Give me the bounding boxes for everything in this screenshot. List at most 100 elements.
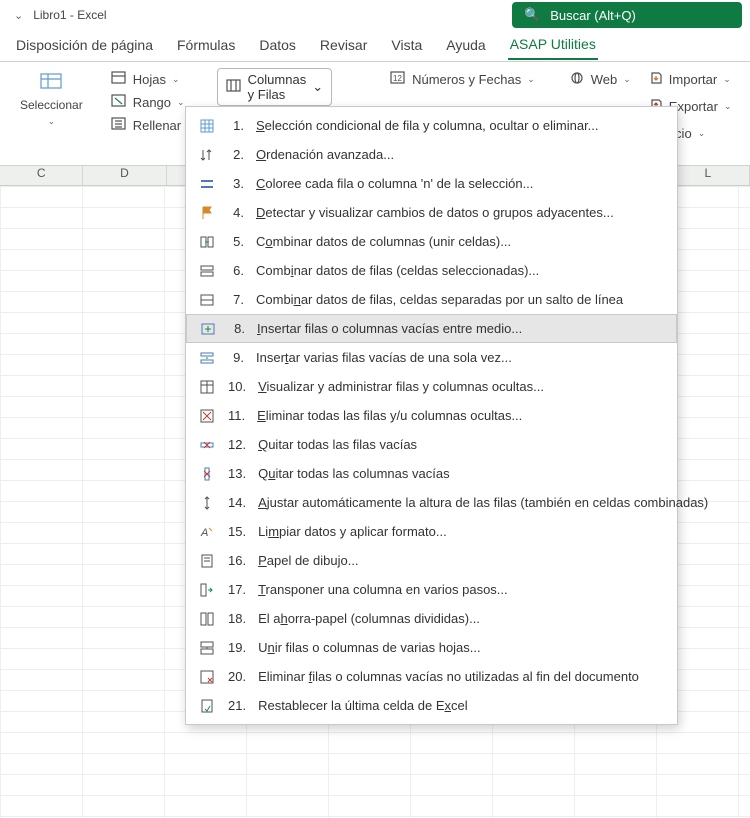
svg-text:12: 12	[393, 74, 402, 83]
tab-datos[interactable]: Datos	[257, 33, 298, 59]
menu-item-label: Quitar todas las filas vacías	[258, 437, 417, 452]
menu-item-14[interactable]: 14. Ajustar automáticamente la altura de…	[186, 488, 677, 517]
menu-item-number: 13.	[228, 466, 246, 481]
menu-item-label: Selección condicional de fila y columna,…	[256, 118, 599, 133]
menu-item-13[interactable]: 13. Quitar todas las columnas vacías	[186, 459, 677, 488]
menu-item-2[interactable]: 2. Ordenación avanzada...	[186, 140, 677, 169]
sheets-label: Hojas	[133, 72, 166, 87]
menu-item-number: 7.	[228, 292, 244, 307]
range-label: Rango	[133, 95, 171, 110]
column-header[interactable]: D	[83, 166, 166, 185]
height-icon	[198, 494, 216, 512]
menu-item-9[interactable]: 9. Insertar varias filas vacías de una s…	[186, 343, 677, 372]
menu-item-label: Combinar datos de columnas (unir celdas)…	[256, 234, 511, 249]
menu-item-1[interactable]: 1. Selección condicional de fila y colum…	[186, 111, 677, 140]
menu-item-label: Combinar datos de filas (celdas seleccio…	[256, 263, 539, 278]
menu-item-number: 10.	[228, 379, 246, 394]
menu-item-5[interactable]: 5. Combinar datos de columnas (unir celd…	[186, 227, 677, 256]
menu-item-number: 9.	[228, 350, 244, 365]
menu-item-15[interactable]: A 15. Limpiar datos y aplicar formato...	[186, 517, 677, 546]
numbers-dates-button[interactable]: 12 Números y Fechas ⌄	[384, 68, 541, 91]
menu-item-label: Papel de dibujo...	[258, 553, 358, 568]
menu-item-number: 2.	[228, 147, 244, 162]
tab-vista[interactable]: Vista	[389, 33, 424, 59]
numbers-dates-label: Números y Fechas	[412, 72, 521, 87]
menu-item-20[interactable]: 20. Eliminar filas o columnas vacías no …	[186, 662, 677, 691]
menu-item-3[interactable]: 3. Coloree cada fila o columna 'n' de la…	[186, 169, 677, 198]
merge3-icon	[198, 291, 216, 309]
tab-f-rmulas[interactable]: Fórmulas	[175, 33, 237, 59]
menu-item-number: 19.	[228, 640, 246, 655]
column-header[interactable]: C	[0, 166, 83, 185]
chevron-down-icon: ⌄	[527, 74, 535, 85]
menu-item-label: Eliminar filas o columnas vacías no util…	[258, 669, 639, 684]
columns-icon	[226, 79, 242, 96]
rows-icon	[198, 175, 216, 193]
menu-item-number: 18.	[228, 611, 246, 626]
numbers-icon: 12	[390, 71, 406, 88]
column-header[interactable]: L	[667, 166, 750, 185]
menu-item-number: 11.	[228, 408, 245, 423]
columns-rows-menu: 1. Selección condicional de fila y colum…	[185, 106, 678, 725]
tab-disposici-n-de-p-gina[interactable]: Disposición de página	[14, 33, 155, 59]
merge2-icon	[198, 262, 216, 280]
menu-item-label: Limpiar datos y aplicar formato...	[258, 524, 447, 539]
columns-rows-label: Columnas y Filas	[248, 72, 307, 102]
table-icon	[198, 378, 216, 396]
menu-item-label: Insertar varias filas vacías de una sola…	[256, 350, 512, 365]
flag-icon	[198, 204, 216, 222]
menu-item-8[interactable]: 8. Insertar filas o columnas vacías entr…	[186, 314, 677, 343]
menu-item-number: 3.	[228, 176, 244, 191]
menu-item-17[interactable]: 17. Transponer una columna en varios pas…	[186, 575, 677, 604]
menu-item-10[interactable]: 10. Visualizar y administrar filas y col…	[186, 372, 677, 401]
search-icon: 🔍	[524, 7, 540, 23]
chevron-down-icon: ⌄	[177, 97, 185, 108]
tab-ayuda[interactable]: Ayuda	[444, 33, 487, 59]
menu-item-label: Quitar todas las columnas vacías	[258, 466, 450, 481]
rowx-icon	[198, 436, 216, 454]
range-button[interactable]: Rango ⌄	[105, 91, 191, 114]
transp-icon	[198, 581, 216, 599]
menu-item-7[interactable]: 7. Combinar datos de filas, celdas separ…	[186, 285, 677, 314]
menu-item-18[interactable]: 18. El ahorra-papel (columnas divididas)…	[186, 604, 677, 633]
fill-icon	[111, 117, 127, 134]
chevron-down-icon: ⌄	[623, 74, 631, 85]
menu-item-label: Ordenación avanzada...	[256, 147, 394, 162]
select-button[interactable]: Seleccionar ⌄	[14, 68, 89, 129]
insert2-icon	[198, 349, 216, 367]
menu-item-11[interactable]: 11. Eliminar todas las filas y/u columna…	[186, 401, 677, 430]
menu-item-label: Coloree cada fila o columna 'n' de la se…	[256, 176, 533, 191]
web-button[interactable]: Web⌄	[563, 68, 637, 91]
range-icon	[111, 94, 127, 111]
qa-dropdown-icon[interactable]: ⌄	[14, 9, 23, 22]
menu-item-19[interactable]: 19. Unir filas o columnas de varias hoja…	[186, 633, 677, 662]
menu-item-label: Ajustar automáticamente la altura de las…	[258, 495, 708, 510]
chevron-down-icon: ⌄	[724, 101, 732, 112]
menu-item-6[interactable]: 6. Combinar datos de filas (celdas selec…	[186, 256, 677, 285]
colx-icon	[198, 465, 216, 483]
menu-item-label: Detectar y visualizar cambios de datos o…	[256, 205, 614, 220]
reset-icon	[198, 697, 216, 715]
chevron-down-icon: ⌄	[172, 74, 180, 85]
delend-icon	[198, 668, 216, 686]
svg-text:A: A	[200, 527, 208, 539]
chevron-down-icon: ⌄	[723, 74, 731, 85]
menu-item-16[interactable]: 16. Papel de dibujo...	[186, 546, 677, 575]
menu-item-label: Transponer una columna en varios pasos..…	[258, 582, 508, 597]
columns-rows-button[interactable]: Columnas y Filas ⌄	[217, 68, 332, 106]
tab-revisar[interactable]: Revisar	[318, 33, 369, 59]
menu-item-4[interactable]: 4. Detectar y visualizar cambios de dato…	[186, 198, 677, 227]
search-box[interactable]: 🔍 Buscar (Alt+Q)	[512, 2, 742, 28]
menu-item-number: 14.	[228, 495, 246, 510]
menu-item-label: Restablecer la última celda de Excel	[258, 698, 468, 713]
menu-item-label: Visualizar y administrar filas y columna…	[258, 379, 544, 394]
menu-item-number: 5.	[228, 234, 244, 249]
web-icon	[569, 71, 585, 88]
tab-asap-utilities[interactable]: ASAP Utilities	[508, 32, 598, 60]
sheets-button[interactable]: Hojas ⌄	[105, 68, 186, 91]
chevron-down-icon: ⌄	[698, 128, 706, 139]
import-button[interactable]: Importar⌄	[643, 68, 738, 91]
join-icon	[198, 639, 216, 657]
menu-item-21[interactable]: 21. Restablecer la última celda de Excel	[186, 691, 677, 720]
menu-item-12[interactable]: 12. Quitar todas las filas vacías	[186, 430, 677, 459]
